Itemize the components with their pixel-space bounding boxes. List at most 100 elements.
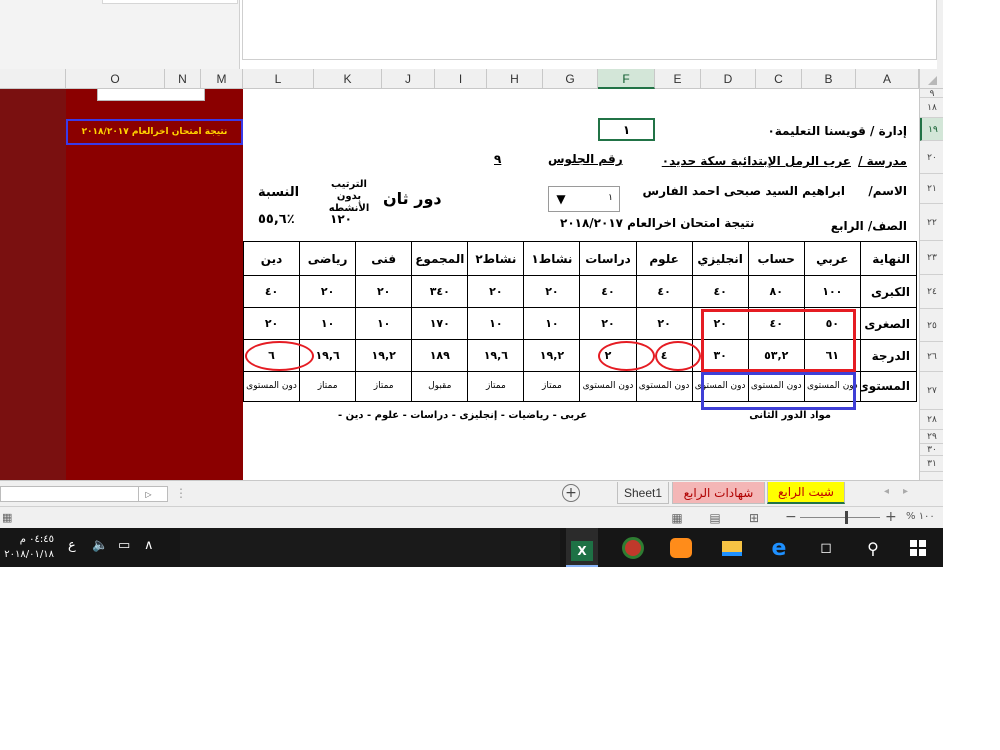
max-cell[interactable]: ٢٠: [299, 275, 357, 308]
level-cell[interactable]: ممتاز: [523, 371, 581, 402]
score-cell[interactable]: ٤: [635, 339, 693, 372]
horizontal-scrollbar[interactable]: ▷: [0, 486, 168, 502]
row-header-28[interactable]: ٢٨: [920, 410, 943, 430]
min-row-label[interactable]: الصغرى: [859, 307, 918, 340]
zoom-out-icon[interactable]: −: [785, 509, 797, 525]
min-cell[interactable]: ١٠: [355, 307, 413, 340]
score-cell[interactable]: ٦١: [803, 339, 861, 372]
score-cell[interactable]: ٦: [242, 339, 301, 372]
min-cell[interactable]: ٢٠: [242, 307, 301, 340]
min-cell[interactable]: ٢٠: [579, 307, 637, 340]
max-cell[interactable]: ٢٠: [355, 275, 413, 308]
max-cell[interactable]: ٤٠: [579, 275, 637, 308]
tab-splitter-icon[interactable]: ⋮: [175, 486, 187, 500]
header-cell[interactable]: نشاط١: [523, 241, 581, 276]
row-header-21[interactable]: ٢١: [920, 174, 943, 204]
score-cell[interactable]: ١٩,٢: [355, 339, 413, 372]
zoom-slider[interactable]: [800, 517, 880, 518]
min-cell[interactable]: ٢٠: [635, 307, 693, 340]
row-header-19[interactable]: ١٩: [920, 118, 943, 141]
header-cell[interactable]: رياضى: [299, 241, 357, 276]
level-cell[interactable]: ممتاز: [355, 371, 413, 402]
row-header-30[interactable]: ٣٠: [920, 444, 943, 456]
max-row-label[interactable]: الكبرى: [859, 275, 918, 308]
level-cell[interactable]: دون المستوى: [691, 371, 749, 402]
file-explorer-icon[interactable]: [719, 535, 745, 561]
level-cell[interactable]: مقبول: [411, 371, 469, 402]
excel-taskbar-icon[interactable]: X: [566, 528, 598, 567]
tab-active-sheet[interactable]: شيت الرابع: [767, 482, 845, 504]
max-cell[interactable]: ١٠٠: [803, 275, 861, 308]
header-cell[interactable]: المجموع: [411, 241, 469, 276]
min-cell[interactable]: ١٠: [299, 307, 357, 340]
min-cell[interactable]: ٢٠: [691, 307, 749, 340]
header-cell[interactable]: انجليزي: [691, 241, 749, 276]
worksheet-grid[interactable]: نتيجة امتحان اخرالعام ٢٠١٨/٢٠١٧ إدارة / …: [0, 89, 919, 480]
row-header-29[interactable]: ٢٩: [920, 430, 943, 444]
max-cell[interactable]: ٤٠: [635, 275, 693, 308]
column-header-O[interactable]: O: [66, 69, 165, 89]
column-header-L[interactable]: L: [243, 69, 314, 89]
student-dropdown[interactable]: ▼ ١: [548, 186, 620, 212]
header-cell[interactable]: عربي: [803, 241, 861, 276]
column-header-H[interactable]: H: [487, 69, 543, 89]
zoom-level[interactable]: ١٠٠ %: [906, 511, 935, 522]
macro-record-icon[interactable]: ▦: [2, 511, 12, 524]
windows-start-icon[interactable]: [905, 535, 931, 561]
row-header-31[interactable]: ٣١: [920, 456, 943, 472]
row-header-23[interactable]: ٢٣: [920, 241, 943, 275]
volume-icon[interactable]: 🔈: [92, 538, 108, 553]
min-cell[interactable]: ١٠: [523, 307, 581, 340]
show-hidden-icons-icon[interactable]: ∧: [144, 538, 154, 553]
max-cell[interactable]: ٨٠: [747, 275, 805, 308]
score-cell[interactable]: ٣٠: [691, 339, 749, 372]
row-header-27[interactable]: ٢٧: [920, 372, 943, 410]
taskbar-clock[interactable]: ٠٤:٤٥ م ٢٠١٨/٠١/١٨: [4, 532, 54, 562]
level-cell[interactable]: دون المستوى: [803, 371, 861, 402]
score-cell[interactable]: ١٩,٦: [299, 339, 357, 372]
network-icon[interactable]: ▭: [118, 538, 130, 553]
row-header-20[interactable]: ٢٠: [920, 141, 943, 174]
column-header-G[interactable]: G: [543, 69, 598, 89]
score-cell[interactable]: ٥٣,٢: [747, 339, 805, 372]
column-header-A[interactable]: A: [856, 69, 919, 89]
level-cell[interactable]: دون المستوى: [747, 371, 805, 402]
level-cell[interactable]: دون المستوى: [635, 371, 693, 402]
row-header-24[interactable]: ٢٤: [920, 275, 943, 309]
header-cell[interactable]: دراسات: [579, 241, 637, 276]
dropdown-arrow-icon[interactable]: ▼: [549, 187, 573, 211]
column-header-blank[interactable]: [0, 69, 66, 89]
add-sheet-button[interactable]: +: [562, 484, 580, 502]
max-cell[interactable]: ٤٠: [691, 275, 749, 308]
column-header-D[interactable]: D: [701, 69, 756, 89]
column-header-E[interactable]: E: [655, 69, 701, 89]
row-header-9[interactable]: ٩: [920, 88, 943, 98]
column-header-J[interactable]: J: [382, 69, 435, 89]
scroll-right-arrow-icon[interactable]: ▷: [138, 487, 158, 501]
level-cell[interactable]: دون المستوى: [579, 371, 637, 402]
score-cell[interactable]: ١٨٩: [411, 339, 469, 372]
tab-certificates[interactable]: شهادات الرابع: [672, 482, 765, 504]
tab-sheet1[interactable]: Sheet1: [617, 482, 669, 504]
score-row-label[interactable]: الدرجة: [859, 339, 918, 372]
header-cell[interactable]: حساب: [747, 241, 805, 276]
column-header-N[interactable]: N: [165, 69, 201, 89]
page-break-view-icon[interactable]: ⊞: [745, 510, 763, 525]
min-cell[interactable]: ٥٠: [803, 307, 861, 340]
zoom-slider-thumb[interactable]: [845, 511, 848, 524]
level-cell[interactable]: ممتاز: [467, 371, 525, 402]
score-cell[interactable]: ٢: [579, 339, 637, 372]
uc-browser-icon[interactable]: [668, 535, 694, 561]
min-cell[interactable]: ١٠: [467, 307, 525, 340]
sheet-nav-arrows-icon[interactable]: ◂▸: [884, 486, 922, 497]
column-header-I[interactable]: I: [435, 69, 487, 89]
max-cell[interactable]: ٣٤٠: [411, 275, 469, 308]
edge-browser-icon[interactable]: e: [766, 535, 792, 561]
row-header-18[interactable]: ١٨: [920, 98, 943, 118]
row-header-25[interactable]: ٢٥: [920, 309, 943, 342]
search-icon[interactable]: ⚲: [860, 535, 886, 561]
min-cell[interactable]: ٤٠: [747, 307, 805, 340]
header-cell[interactable]: نشاط٢: [467, 241, 525, 276]
column-header-M[interactable]: M: [201, 69, 243, 89]
max-cell[interactable]: ٢٠: [523, 275, 581, 308]
